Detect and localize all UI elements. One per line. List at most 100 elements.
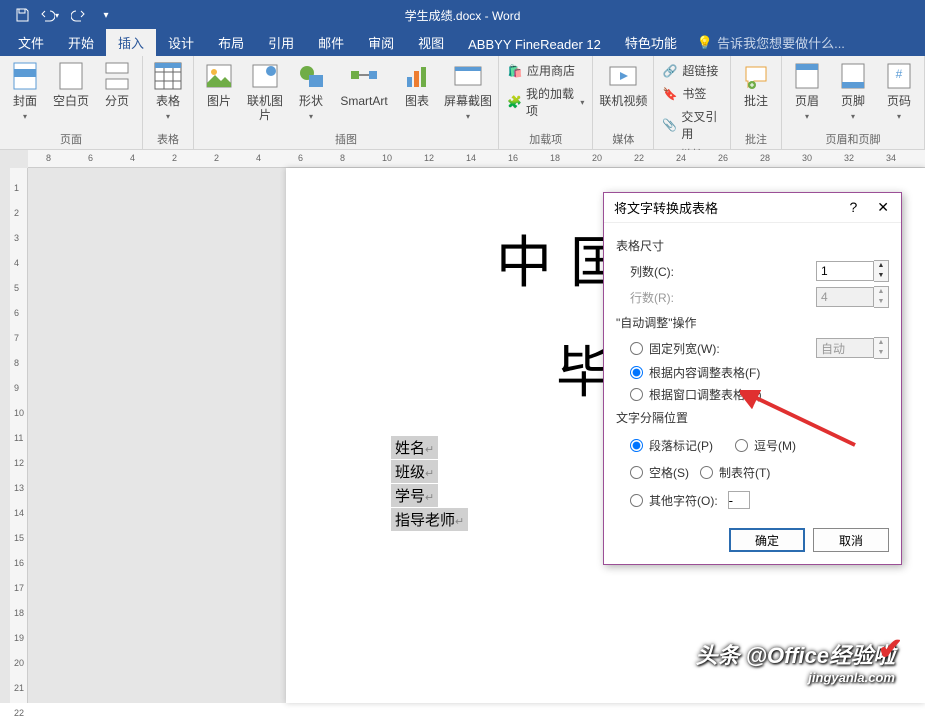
- separator-label: 文字分隔位置: [616, 409, 889, 426]
- convert-text-to-table-dialog: 将文字转换成表格 ? ✕ 表格尺寸 列数(C): ▲▼ 行数(R): ▲▼ "自…: [603, 192, 902, 565]
- store-icon: 🛍️: [507, 63, 523, 79]
- autofit-label: "自动调整"操作: [616, 314, 889, 331]
- pagenum-button[interactable]: #页码▾: [878, 58, 920, 124]
- cols-down[interactable]: ▼: [874, 271, 888, 281]
- group-media-label: 媒体: [597, 129, 649, 149]
- chart-button[interactable]: 图表: [396, 58, 438, 108]
- my-addins-button[interactable]: 🧩我的加载项 ▾: [503, 83, 588, 121]
- watermark-main: 头条 @Office经验啦: [695, 638, 895, 670]
- fit-content-radio[interactable]: [630, 366, 643, 379]
- field-id: 学号↵: [391, 484, 438, 507]
- bookmark-icon: 🔖: [662, 86, 678, 102]
- fit-window-radio[interactable]: [630, 388, 643, 401]
- horizontal-ruler[interactable]: 8642246810121416182022242628303234: [28, 150, 925, 168]
- quick-access-toolbar: ▾ ▾: [0, 0, 120, 30]
- hyperlink-button[interactable]: 🔗超链接: [658, 60, 726, 81]
- tell-me-search[interactable]: 💡 告诉我您想要做什么...: [689, 29, 853, 56]
- tab-radio[interactable]: [700, 466, 713, 479]
- other-radio[interactable]: [630, 494, 643, 507]
- online-picture-icon: [249, 60, 281, 92]
- field-name: 姓名↵: [391, 436, 438, 459]
- group-comments-label: 批注: [735, 129, 777, 149]
- save-button[interactable]: [8, 0, 36, 30]
- link-icon: 🔗: [662, 63, 678, 79]
- shapes-button[interactable]: 形状▾: [290, 58, 332, 124]
- comma-radio[interactable]: [735, 439, 748, 452]
- tab-file[interactable]: 文件: [6, 29, 56, 56]
- screenshot-button[interactable]: 屏幕截图▾: [442, 58, 494, 124]
- table-button[interactable]: 表格▾: [147, 58, 189, 124]
- screenshot-icon: [452, 60, 484, 92]
- tab-special[interactable]: 特色功能: [613, 29, 689, 56]
- dialog-body: 表格尺寸 列数(C): ▲▼ 行数(R): ▲▼ "自动调整"操作 固定列宽(W…: [604, 223, 901, 564]
- tell-me-label: 告诉我您想要做什么...: [717, 33, 845, 52]
- group-pages-label: 页面: [4, 129, 138, 149]
- undo-button[interactable]: ▾: [36, 0, 64, 30]
- group-addins: 🛍️应用商店 🧩我的加载项 ▾ 加载项: [499, 56, 593, 149]
- space-radio[interactable]: [630, 466, 643, 479]
- cols-spinner[interactable]: ▲▼: [816, 260, 889, 282]
- group-tables: 表格▾ 表格: [143, 56, 194, 149]
- tab-view[interactable]: 视图: [406, 29, 456, 56]
- cover-page-button[interactable]: 封面▾: [4, 58, 46, 124]
- footer-button[interactable]: 页脚▾: [832, 58, 874, 124]
- group-comments: 批注 批注: [731, 56, 782, 149]
- page-break-icon: [101, 60, 133, 92]
- rows-spinner: ▲▼: [816, 286, 889, 308]
- watermark: 头条 @Office经验啦 jingyanla.com: [695, 638, 895, 685]
- other-char-input[interactable]: [728, 491, 750, 509]
- vertical-ruler[interactable]: 12345678910111213141516171819202122: [10, 168, 28, 703]
- online-pictures-button[interactable]: 联机图片: [244, 58, 286, 122]
- blank-page-icon: [55, 60, 87, 92]
- tab-home[interactable]: 开始: [56, 29, 106, 56]
- tab-mailings[interactable]: 邮件: [306, 29, 356, 56]
- title-bar: ▾ ▾ 学生成绩.docx - Word: [0, 0, 925, 30]
- table-icon: [152, 60, 184, 92]
- tab-insert[interactable]: 插入: [106, 29, 156, 56]
- pagenum-icon: #: [883, 60, 915, 92]
- cancel-button[interactable]: 取消: [813, 528, 889, 552]
- window-title: 学生成绩.docx - Word: [405, 7, 521, 24]
- pictures-button[interactable]: 图片: [198, 58, 240, 108]
- ribbon-tabs: 文件 开始 插入 设计 布局 引用 邮件 审阅 视图 ABBYY FineRea…: [0, 30, 925, 56]
- redo-button[interactable]: [64, 0, 92, 30]
- ok-button[interactable]: 确定: [729, 528, 805, 552]
- comment-button[interactable]: 批注: [735, 58, 777, 108]
- cols-input[interactable]: [816, 261, 874, 281]
- dialog-help-button[interactable]: ?: [843, 197, 863, 218]
- tab-references[interactable]: 引用: [256, 29, 306, 56]
- tab-abbyy[interactable]: ABBYY FineReader 12: [456, 33, 613, 56]
- comma-label: 逗号(M): [754, 437, 796, 454]
- cols-up[interactable]: ▲: [874, 261, 888, 271]
- group-illustrations: 图片 联机图片 形状▾ SmartArt 图表 屏幕截图▾ 插图: [194, 56, 499, 149]
- group-links: 🔗超链接 🔖书签 📎交叉引用 链接: [654, 56, 731, 149]
- cols-label: 列数(C):: [630, 263, 808, 280]
- tab-layout[interactable]: 布局: [206, 29, 256, 56]
- crossref-button[interactable]: 📎交叉引用: [658, 106, 726, 144]
- header-icon: [791, 60, 823, 92]
- header-button[interactable]: 页眉▾: [786, 58, 828, 124]
- online-video-button[interactable]: 联机视频: [597, 58, 649, 108]
- group-addins-label: 加载项: [503, 129, 588, 149]
- qat-customize-button[interactable]: ▾: [92, 0, 120, 30]
- tab-design[interactable]: 设计: [156, 29, 206, 56]
- group-headerfooter-label: 页眉和页脚: [786, 129, 920, 149]
- bookmark-button[interactable]: 🔖书签: [658, 83, 726, 104]
- space-label: 空格(S): [649, 464, 689, 481]
- tab-label: 制表符(T): [719, 464, 770, 481]
- store-button[interactable]: 🛍️应用商店: [503, 60, 588, 81]
- blank-page-button[interactable]: 空白页: [50, 58, 92, 108]
- field-advisor: 指导老师↵: [391, 508, 468, 531]
- dialog-titlebar[interactable]: 将文字转换成表格 ? ✕: [604, 193, 901, 223]
- other-label: 其他字符(O):: [649, 492, 718, 509]
- ribbon: 封面▾ 空白页 分页 页面 表格▾ 表格 图片 联机图片 形状▾ SmartAr…: [0, 56, 925, 150]
- page-break-button[interactable]: 分页: [96, 58, 138, 108]
- para-radio[interactable]: [630, 439, 643, 452]
- group-pages: 封面▾ 空白页 分页 页面: [0, 56, 143, 149]
- fit-content-label: 根据内容调整表格(F): [649, 364, 760, 381]
- dialog-title-text: 将文字转换成表格: [614, 198, 718, 217]
- smartart-button[interactable]: SmartArt: [336, 58, 392, 108]
- dialog-close-button[interactable]: ✕: [871, 197, 895, 218]
- tab-review[interactable]: 审阅: [356, 29, 406, 56]
- fixed-width-radio[interactable]: [630, 342, 643, 355]
